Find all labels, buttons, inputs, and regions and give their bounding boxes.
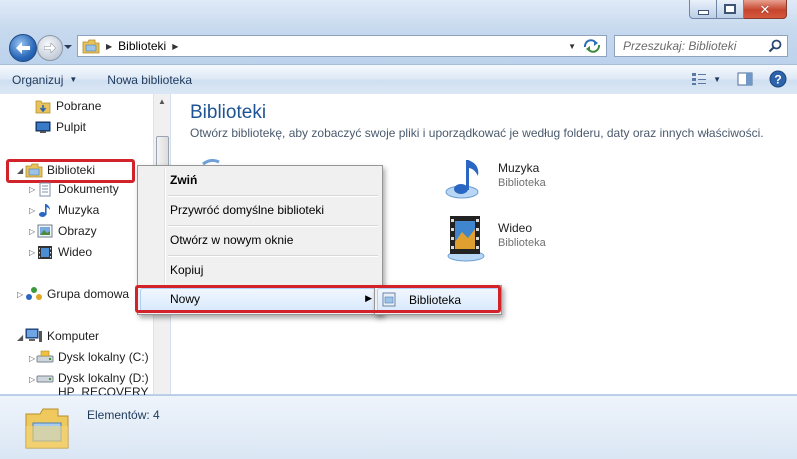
maximize-button[interactable] — [717, 0, 744, 19]
sidebar-item-label: Obrazy — [58, 224, 97, 238]
sidebar-item-komputer[interactable]: Komputer — [25, 326, 99, 346]
menu-separator — [168, 255, 378, 257]
sidebar-item-label: Pulpit — [56, 120, 87, 134]
refresh-icon[interactable] — [582, 38, 602, 54]
address-dropdown-chevron-down-icon[interactable]: ▼ — [568, 42, 576, 51]
chevron-down-icon: ▼ — [69, 75, 78, 84]
search-box — [614, 35, 788, 57]
search-icon[interactable] — [768, 39, 782, 53]
music-icon — [36, 202, 54, 218]
collapse-triangle-icon[interactable]: ◢ — [17, 333, 23, 342]
navigation-bar: ▶ Biblioteki ▶ ▼ — [0, 30, 797, 62]
libraries-folder-icon — [82, 39, 100, 53]
page-title: Biblioteki — [190, 102, 267, 123]
sidebar-item-obrazy[interactable]: Obrazy — [36, 221, 97, 241]
expand-triangle-icon[interactable]: ▷ — [29, 354, 35, 363]
library-item-muzyka[interactable]: Muzyka Biblioteka — [444, 154, 546, 204]
downloads-folder-icon — [34, 98, 52, 114]
forward-arrow-icon — [44, 43, 56, 53]
item-count-status: Elementów: 4 — [87, 408, 160, 422]
video-icon — [36, 244, 54, 260]
minimize-icon — [697, 9, 709, 15]
library-type: Biblioteka — [498, 237, 546, 249]
library-type: Biblioteka — [498, 177, 546, 189]
sidebar-item-muzyka[interactable]: Muzyka — [36, 200, 99, 220]
maximize-icon — [724, 4, 736, 14]
sidebar-item-label: Dokumenty — [58, 182, 119, 196]
video-library-icon — [447, 216, 485, 262]
documents-icon — [36, 181, 54, 197]
menu-separator — [168, 225, 378, 227]
drive-c-icon — [36, 349, 54, 365]
sidebar-item-label: Dysk lokalny (D:) — [58, 371, 149, 385]
window-caption-buttons: ✕ — [689, 0, 787, 19]
sidebar-item-label: Dysk lokalny (C:) — [58, 350, 149, 364]
minimize-button[interactable] — [689, 0, 717, 19]
breadcrumb-biblioteki[interactable]: Biblioteki — [118, 39, 166, 53]
svg-text:?: ? — [774, 73, 781, 87]
expand-triangle-icon[interactable]: ▷ — [29, 227, 35, 236]
expand-triangle-icon[interactable]: ▷ — [29, 248, 35, 257]
view-controls: ▼ ? — [681, 70, 787, 88]
homegroup-icon — [25, 286, 43, 302]
sidebar-item-pulpit[interactable]: Pulpit — [34, 117, 86, 137]
breadcrumb-separator-icon[interactable]: ▶ — [106, 42, 112, 51]
library-name: Muzyka — [498, 161, 540, 175]
scroll-up-arrow-icon[interactable]: ▲ — [158, 97, 166, 106]
forward-button[interactable] — [37, 35, 63, 61]
menu-item-restore-default-libraries[interactable]: Przywróć domyślne biblioteki — [170, 198, 324, 222]
menu-separator — [168, 195, 378, 197]
sidebar-item-grupa-domowa[interactable]: Grupa domowa — [25, 284, 129, 304]
help-icon[interactable]: ? — [769, 70, 787, 88]
organize-button[interactable]: Organizuj ▼ — [12, 73, 77, 87]
sidebar-item-dokumenty[interactable]: Dokumenty — [36, 179, 119, 199]
back-button[interactable] — [9, 34, 37, 62]
sidebar-item-label: Pobrane — [56, 99, 102, 113]
expand-triangle-icon[interactable]: ▷ — [29, 206, 35, 215]
close-button[interactable]: ✕ — [744, 0, 787, 19]
sidebar-item-label: Muzyka — [58, 203, 100, 217]
preview-pane-icon[interactable] — [737, 72, 753, 86]
library-name: Wideo — [498, 221, 533, 235]
music-library-icon — [445, 160, 479, 199]
pictures-icon — [36, 223, 54, 239]
sidebar-item-label: Komputer — [47, 329, 100, 343]
menu-item-collapse[interactable]: Zwiń — [170, 168, 197, 192]
recent-pages-chevron-down-icon[interactable] — [63, 42, 73, 52]
organize-label: Organizuj — [12, 72, 64, 87]
search-input[interactable] — [621, 38, 765, 54]
desktop-icon — [34, 119, 52, 135]
close-icon: ✕ — [759, 1, 771, 17]
menu-item-copy[interactable]: Kopiuj — [170, 258, 203, 282]
new-library-button[interactable]: Nowa biblioteka — [107, 73, 192, 87]
sidebar-item-label: Wideo — [58, 245, 93, 259]
sidebar-item-wideo[interactable]: Wideo — [36, 242, 92, 262]
change-view-icon[interactable] — [691, 72, 707, 86]
menu-item-open-new-window[interactable]: Otwórz w nowym oknie — [170, 228, 293, 252]
explorer-window: ✕ ▶ Biblioteki ▶ ▼ Przeszukaj: Bibliotek… — [0, 0, 797, 459]
sidebar-item-dysk-c[interactable]: Dysk lokalny (C:) — [36, 347, 149, 367]
command-bar: Organizuj ▼ Nowa biblioteka ▼ ? — [0, 64, 797, 95]
libraries-large-icon — [25, 408, 69, 449]
address-bar[interactable]: ▶ Biblioteki ▶ ▼ — [77, 35, 607, 57]
sidebar-item-pobrane[interactable]: Pobrane — [34, 96, 101, 116]
sidebar-item-label: Grupa domowa — [47, 287, 130, 301]
expand-triangle-icon[interactable]: ▷ — [29, 185, 35, 194]
computer-icon — [25, 328, 43, 344]
view-options-chevron-down-icon[interactable]: ▼ — [713, 75, 721, 84]
page-subtitle: Otwórz bibliotekę, aby zobaczyć swoje pl… — [190, 126, 764, 140]
breadcrumb-separator-icon[interactable]: ▶ — [172, 42, 178, 51]
back-arrow-icon — [16, 42, 30, 54]
library-item-wideo[interactable]: Wideo Biblioteka — [444, 214, 546, 264]
highlight-frame-new-library — [135, 285, 501, 313]
expand-triangle-icon[interactable]: ▷ — [29, 375, 35, 384]
drive-d-icon — [36, 370, 54, 386]
new-library-label: Nowa biblioteka — [107, 72, 192, 87]
details-pane: Elementów: 4 — [0, 395, 797, 459]
expand-triangle-icon[interactable]: ▷ — [17, 290, 23, 299]
